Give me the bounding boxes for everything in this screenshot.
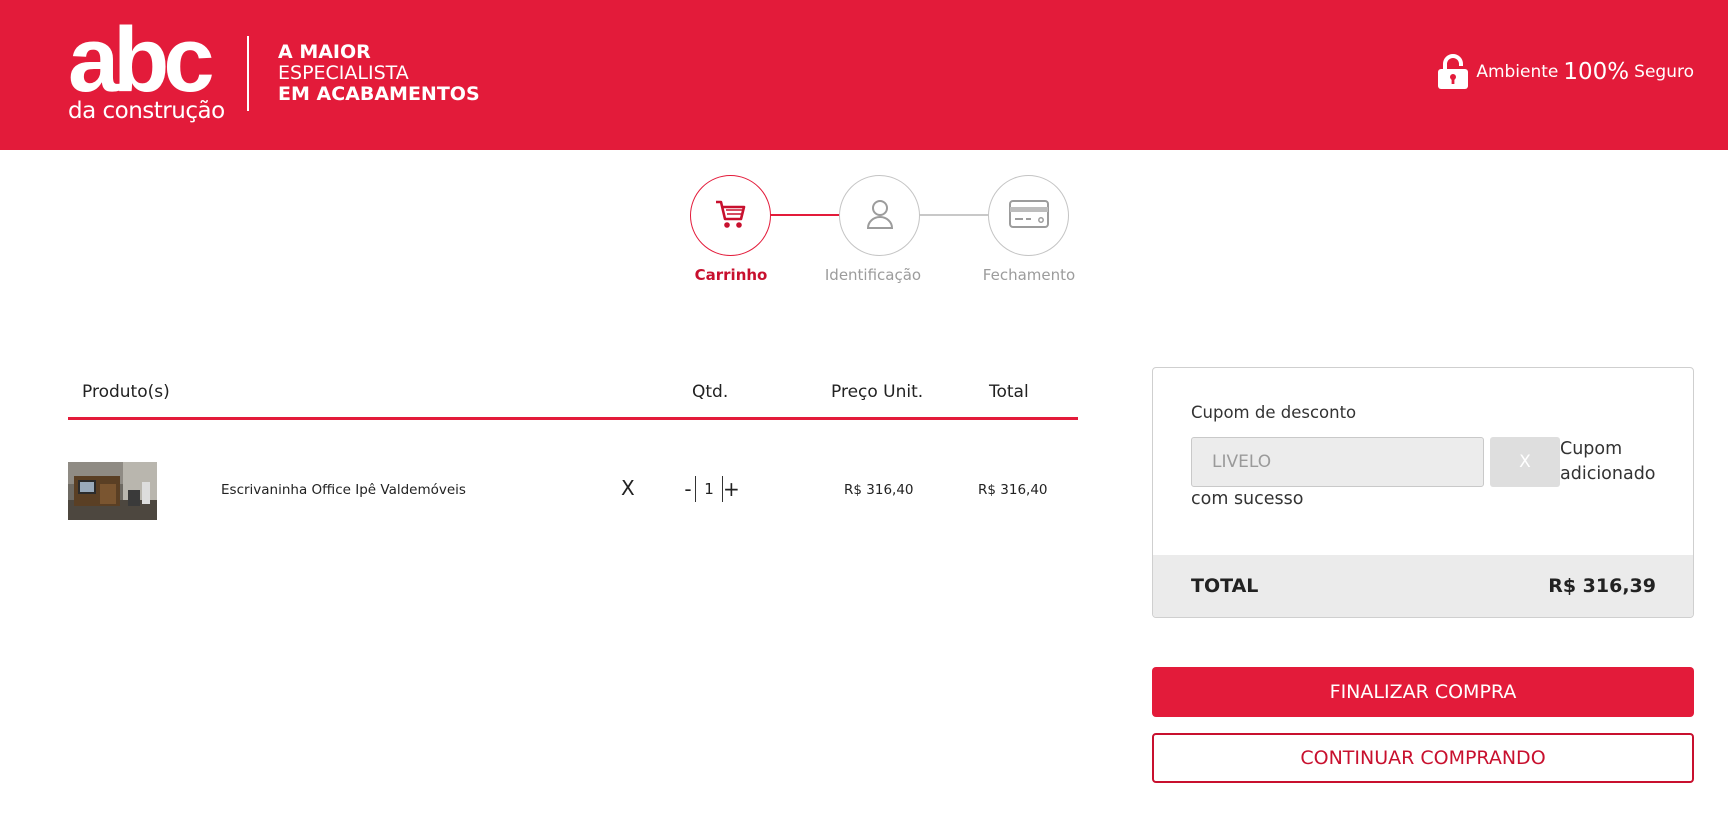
total-value: R$ 316,39 [1548,575,1656,597]
tagline-line-2: ESPECIALISTA [278,62,409,84]
continue-shopping-button[interactable]: CONTINUAR COMPRANDO [1152,733,1694,783]
column-header-total: Total [989,382,1029,402]
padlock-icon [1437,54,1469,90]
item-total-price: R$ 316,40 [978,482,1048,498]
column-header-product: Produto(s) [82,382,170,402]
quantity-value[interactable]: 1 [695,476,723,502]
step-checkout[interactable] [988,175,1069,256]
item-unit-price: R$ 316,40 [844,482,914,498]
checkout-button[interactable]: FINALIZAR COMPRA [1152,667,1694,717]
step-label-cart: Carrinho [694,266,768,284]
step-label-checkout: Fechamento [982,266,1076,284]
logo-subtitle: da construção [68,98,225,124]
step-connector-2 [919,214,989,216]
product-thumbnail[interactable] [68,462,157,520]
step-connector-1 [770,214,840,216]
coupon-label: Cupom de desconto [1191,403,1357,422]
remove-item-button[interactable]: X [621,476,635,500]
secure-text-suffix: Seguro [1634,62,1694,82]
order-summary: Cupom de desconto X Cupom adicionado com… [1152,367,1694,618]
table-row: Escrivaninha Office Ipê Valdemóveis X - … [68,420,1078,530]
site-header: abc da construção A MAIOR ESPECIALISTA E… [0,0,1728,150]
coupon-success-message: Cupom adicionado [1560,439,1656,484]
cart-table: Produto(s) Qtd. Preço Unit. Total Escriv… [68,365,1078,530]
remove-coupon-button[interactable]: X [1490,437,1560,487]
total-label: TOTAL [1191,575,1259,597]
total-bar: TOTAL R$ 316,39 [1153,555,1693,617]
credit-card-icon [1008,199,1049,232]
step-label-identification: Identificação [824,266,922,284]
secure-environment-badge: Ambiente 100% Seguro [1437,54,1694,90]
tagline-line-1: A MAIOR [278,41,371,63]
cart-table-header: Produto(s) Qtd. Preço Unit. Total [68,365,1078,420]
quantity-increase-button[interactable]: + [723,477,740,501]
coupon-success-message-continued: com sucesso [1191,489,1304,509]
logo-wordmark: abc [68,9,215,111]
column-header-qty: Qtd. [692,382,729,402]
logo-divider [247,36,249,111]
step-identification[interactable] [839,175,920,256]
quantity-stepper: - 1 + [681,476,740,502]
tagline-line-3: EM ACABAMENTOS [278,83,480,105]
coupon-input[interactable] [1191,437,1484,487]
user-icon [865,198,895,234]
cart-icon [714,197,748,235]
secure-text-prefix: Ambiente [1476,62,1559,82]
product-name[interactable]: Escrivaninha Office Ipê Valdemóveis [221,482,466,498]
site-logo[interactable]: abc da construção [68,9,225,124]
quantity-decrease-button[interactable]: - [681,477,695,501]
brand-tagline: A MAIOR ESPECIALISTA EM ACABAMENTOS [278,42,480,105]
checkout-steps: Carrinho Identificação Fechamento [690,175,1090,295]
column-header-unit-price: Preço Unit. [831,382,924,402]
secure-text-percent: 100% [1563,59,1630,85]
step-cart[interactable] [690,175,771,256]
